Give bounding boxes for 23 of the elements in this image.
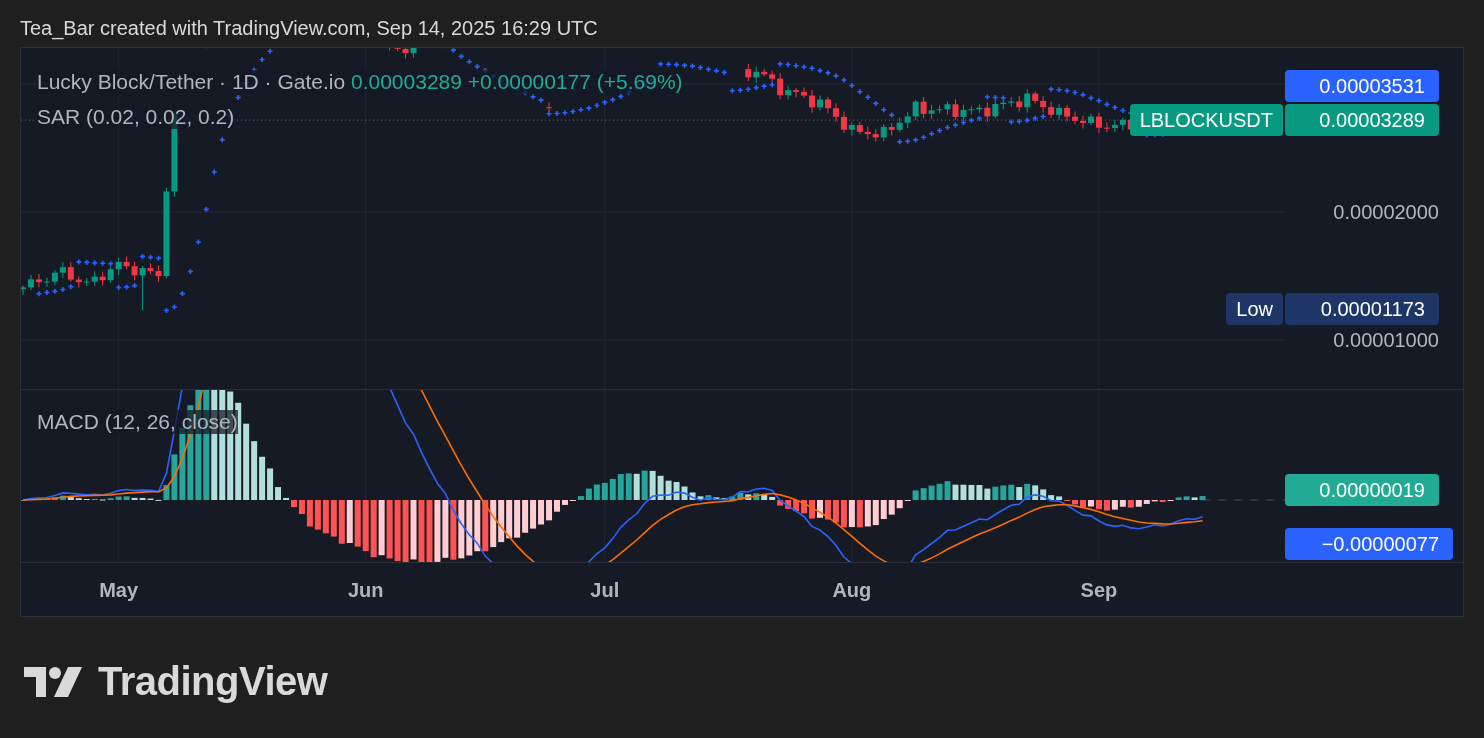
price-label: 0.00000019 [1285,474,1439,506]
chart-caption: Tea_Bar created with TradingView.com, Sep 14, 2025 16:29 UTC [20,17,598,39]
time-axis-label: Jul [590,579,620,602]
symbol-label: Low [1226,293,1283,325]
logo-text: TradingView [98,659,328,704]
price-label: 0.00001173 [1285,293,1439,325]
price-change: +0.00000177 (+5.69%) [467,70,683,93]
price-axis-label: 0.00002000 [1333,200,1439,224]
price-axis-label: 0.00001000 [1333,328,1439,352]
symbol-label: LBLOCKUSDT [1129,104,1283,136]
time-axis-label: Sep [1080,579,1118,602]
time-axis-label: Jun [347,579,384,602]
last-price: 0.00003289 [350,70,462,93]
price-label: −0.00000077 [1285,528,1453,560]
price-label: 0.00003531 [1285,70,1439,102]
price-label: 0.00003289 [1285,104,1439,136]
time-axis-label: May [99,579,139,602]
candle [546,101,552,113]
symbol-title: Lucky Block/Tether · 1D · Gate.io [37,70,346,93]
macd-indicator-label: MACD (12, 26, close) [37,410,238,434]
sar-indicator-label: SAR (0.02, 0.02, 0.2) [37,105,235,129]
logo-icon [24,664,84,699]
time-axis-label: Aug [832,579,872,602]
